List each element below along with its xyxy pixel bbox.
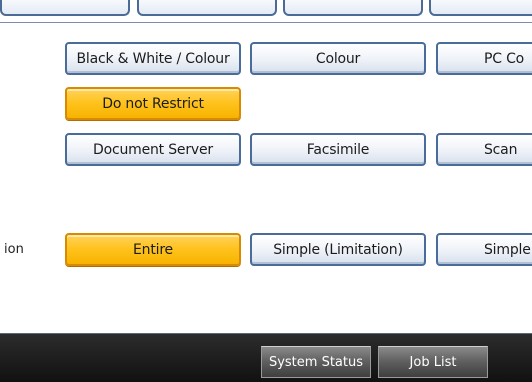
top-tab-3[interactable] [283,0,423,16]
button-label: Simple [484,241,531,258]
tab-strip [0,0,532,23]
button-label: Simple (Limitation) [273,241,403,258]
button-label: PC Co [484,50,525,67]
button-label: Document Server [93,141,213,158]
pc-control-button[interactable]: PC Co [436,42,532,75]
facsimile-button[interactable]: Facsimile [250,133,426,166]
button-label: Colour [315,50,361,67]
colour-button[interactable]: Colour [250,42,426,75]
document-server-button[interactable]: Document Server [65,133,241,166]
top-tab-4[interactable] [429,0,532,16]
black-white-colour-button[interactable]: Black & White / Colour [65,42,241,75]
do-not-restrict-button[interactable]: Do not Restrict [65,87,241,120]
simple-limitation-button[interactable]: Simple (Limitation) [250,233,426,266]
button-label: Entire [133,241,173,258]
simple-button[interactable]: Simple [436,233,532,266]
button-label: Job List [409,354,457,370]
top-tab-1[interactable] [0,0,130,16]
scanner-button[interactable]: Scan [436,133,532,166]
button-label: Black & White / Colour [76,50,230,67]
top-tab-2[interactable] [137,0,277,16]
button-label: Scan [484,141,518,158]
button-label: Do not Restrict [102,95,204,112]
row-label: ion [4,242,24,257]
button-label: System Status [268,354,364,370]
job-list-button[interactable]: Job List [378,346,488,378]
button-label: Facsimile [306,141,370,158]
system-status-button[interactable]: System Status [261,346,371,378]
entire-button[interactable]: Entire [65,233,241,266]
